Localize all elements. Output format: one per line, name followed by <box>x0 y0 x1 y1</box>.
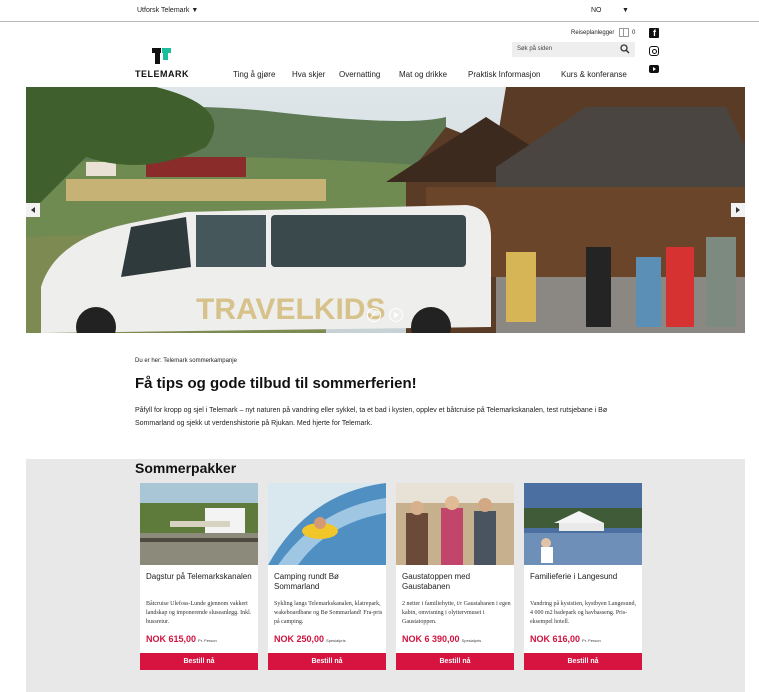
package-description: Båtcruise Ulefoss-Lunde gjennom vakkert … <box>146 601 252 625</box>
mute-icon[interactable] <box>367 308 381 322</box>
trip-planner-book-icon[interactable] <box>619 28 629 37</box>
play-icon[interactable] <box>389 308 403 322</box>
hero-image: TRAVELKIDS <box>26 87 745 333</box>
trip-planner-count: 0 <box>632 30 636 36</box>
package-image[interactable] <box>268 483 386 565</box>
hero-video[interactable]: TRAVELKIDS <box>26 87 745 333</box>
package-price: NOK 6 390,00 Spesialpris <box>402 634 482 644</box>
hero-next-arrow-icon[interactable] <box>731 203 745 217</box>
package-description: Vandring på kyststien, kystbyen Langesun… <box>530 601 636 625</box>
nav-kurs-konferanse[interactable]: Kurs & konferanse <box>561 70 627 79</box>
page-title: Få tips og gode tilbud til sommerferien! <box>135 375 417 392</box>
breadcrumb[interactable]: Du er her: Telemark sommerkampanje <box>135 358 237 364</box>
package-description: Sykling langs Telemarkskanalen, klatrepa… <box>274 601 383 625</box>
package-price: NOK 250,00 Spesialpris <box>274 634 346 644</box>
nav-mat-og-drikke[interactable]: Mat og drikke <box>399 70 447 79</box>
explore-telemark-dropdown[interactable]: Utforsk Telemark ▼ <box>137 7 198 14</box>
package-card-langesund[interactable]: Familieferie i Langesund Vandring på kys… <box>524 483 642 670</box>
hero-prev-arrow-icon[interactable] <box>26 203 40 217</box>
search-icon[interactable] <box>620 44 630 54</box>
nav-ting-a-gjore[interactable]: Ting å gjøre <box>233 70 275 79</box>
facebook-icon[interactable]: f <box>649 28 659 38</box>
book-now-button[interactable]: Bestill nå <box>524 653 642 670</box>
package-card-bo-sommarland[interactable]: Camping rundt Bø Sommarland Sykling lang… <box>268 483 386 670</box>
book-now-button[interactable]: Bestill nå <box>268 653 386 670</box>
language-selector[interactable]: NO <box>591 7 602 14</box>
youtube-icon[interactable] <box>649 65 659 73</box>
nav-praktisk-informasjon[interactable]: Praktisk Informasjon <box>468 70 540 79</box>
package-price: NOK 615,00 Pr. Person <box>146 634 217 644</box>
language-caret-icon[interactable]: ▼ <box>622 7 629 14</box>
package-title: Gaustatoppen med Gaustabanen <box>402 572 471 591</box>
book-now-button[interactable]: Bestill nå <box>396 653 514 670</box>
telemark-logo[interactable]: TELEMARK <box>135 69 189 79</box>
top-bar: Utforsk Telemark ▼ NO ▼ <box>0 0 759 22</box>
instagram-icon[interactable] <box>649 46 659 56</box>
intro-text: Påfyll for kropp og sjel i Telemark – ny… <box>135 407 608 427</box>
search-input[interactable]: Søk på siden <box>517 46 552 52</box>
telemark-logo-mark[interactable] <box>152 48 172 64</box>
package-title: Familieferie i Langesund <box>530 572 618 581</box>
book-now-button[interactable]: Bestill nå <box>140 653 258 670</box>
package-description: 2 netter i familiehytte, t/r Gaustabanen… <box>402 601 511 625</box>
package-title: Dagstur på Telemarkskanalen <box>146 572 252 581</box>
package-image[interactable] <box>524 483 642 565</box>
package-image[interactable] <box>396 483 514 565</box>
nav-hva-skjer[interactable]: Hva skjer <box>292 70 325 79</box>
trip-planner-link[interactable]: Reiseplanlegger <box>571 30 614 36</box>
section-title: Sommerpakker <box>135 460 237 476</box>
package-card-gaustatoppen[interactable]: Gaustatoppen med Gaustabanen 2 netter i … <box>396 483 514 670</box>
site-search[interactable]: Søk på siden <box>512 42 635 57</box>
package-image[interactable] <box>140 483 258 565</box>
van-travelkids-text: TRAVELKIDS <box>196 293 385 326</box>
package-price: NOK 616,00 Pr. Person <box>530 634 601 644</box>
nav-overnatting[interactable]: Overnatting <box>339 70 380 79</box>
package-title: Camping rundt Bø Sommarland <box>274 572 339 591</box>
package-card-telemarkskanalen[interactable]: Dagstur på Telemarkskanalen Båtcruise Ul… <box>140 483 258 670</box>
